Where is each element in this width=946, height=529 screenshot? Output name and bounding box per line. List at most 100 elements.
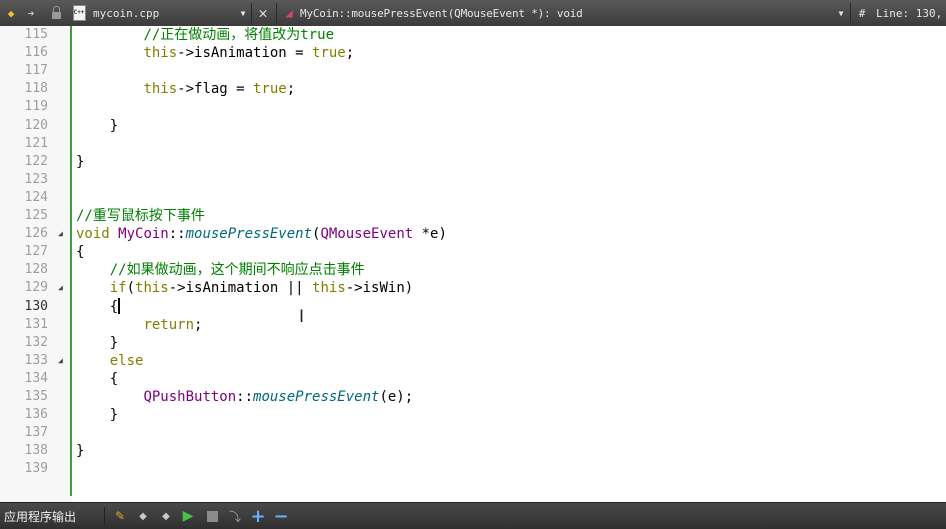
- toolbar-divider: [104, 507, 105, 525]
- line-number: 119: [24, 99, 48, 115]
- code-line[interactable]: 137: [0, 424, 946, 442]
- line-number: 134: [24, 370, 48, 386]
- code-line[interactable]: 136 }: [0, 406, 946, 424]
- code-token: {: [76, 370, 119, 387]
- close-document-icon[interactable]: ✕: [254, 0, 272, 26]
- code-token: ::: [236, 389, 254, 405]
- code-text: }: [76, 334, 118, 352]
- code-token: ->isAnimation ||: [168, 280, 313, 297]
- code-token: {: [76, 298, 119, 315]
- code-line[interactable]: 119: [0, 98, 946, 116]
- code-line[interactable]: 117: [0, 62, 946, 80]
- code-token: MyCoin: [118, 226, 169, 243]
- code-line[interactable]: 131 return;: [0, 316, 946, 334]
- code-text: }: [76, 406, 118, 424]
- code-token: this: [143, 45, 178, 62]
- code-line[interactable]: 135 QPushButton::mousePressEvent(e);: [0, 388, 946, 406]
- code-token: //正在做动画，将值改为true: [143, 27, 335, 43]
- stop-icon[interactable]: [203, 503, 221, 529]
- symbol-selector[interactable]: MyCoin::mousePressEvent(QMouseEvent *): …: [300, 0, 820, 26]
- toolbar-divider: [276, 3, 277, 23]
- code-token: //重写鼠标按下事件: [76, 208, 205, 224]
- code-token: mousePressEvent: [253, 389, 380, 405]
- code-line[interactable]: 127 {: [0, 243, 946, 261]
- code-token: QPushButton: [143, 389, 237, 405]
- line-number: 129: [24, 280, 48, 296]
- code-line[interactable]: 133 ◢ else: [0, 352, 946, 370]
- code-token: ->flag =: [177, 81, 254, 98]
- line-number: 120: [24, 117, 48, 133]
- code-text: //重写鼠标按下事件: [76, 207, 205, 225]
- cursor-position[interactable]: Line: 130, Col: 6: [876, 0, 946, 26]
- code-token: if: [109, 280, 127, 297]
- editor-toolbar: ◆ ➔ C++ mycoin.cpp ▼ ✕ ◢ MyCoin::mousePr…: [0, 0, 946, 27]
- code-line[interactable]: 125 //重写鼠标按下事件: [0, 207, 946, 225]
- line-number: 117: [24, 63, 48, 79]
- code-line[interactable]: 124: [0, 189, 946, 207]
- code-text: //如果做动画，这个期间不响应点击事件: [76, 261, 365, 279]
- fold-marker-icon[interactable]: ◢: [58, 352, 63, 370]
- code-token: //如果做动画，这个期间不响应点击事件: [109, 262, 365, 279]
- code-text: {: [76, 243, 84, 261]
- code-line[interactable]: 118 this->flag = true;: [0, 80, 946, 98]
- zoom-out-icon[interactable]: −: [272, 503, 290, 529]
- code-token: }: [76, 153, 85, 170]
- line-number: 115: [24, 27, 48, 42]
- code-token: QMouseEvent: [320, 226, 414, 243]
- code-text: }: [76, 442, 84, 460]
- open-file-selector[interactable]: mycoin.cpp: [93, 0, 243, 26]
- code-line[interactable]: 116 this->isAnimation = true;: [0, 44, 946, 62]
- code-text: void MyCoin::mousePressEvent(QMouseEvent…: [76, 225, 447, 243]
- application-output-title[interactable]: 应用程序输出: [4, 503, 100, 529]
- code-line[interactable]: 132 }: [0, 334, 946, 352]
- attach-icon[interactable]: ⤵: [226, 503, 244, 529]
- code-token: true: [312, 45, 346, 62]
- code-line[interactable]: 139: [0, 460, 946, 478]
- code-token: ;: [194, 316, 203, 333]
- code-token: ::: [168, 226, 186, 243]
- previous-item-icon[interactable]: ◆: [134, 503, 152, 529]
- zoom-in-icon[interactable]: +: [249, 503, 267, 529]
- line-number: 128: [24, 262, 48, 278]
- code-text: {: [76, 297, 121, 316]
- line-number: 116: [24, 45, 48, 61]
- fold-marker-icon[interactable]: ◢: [58, 225, 63, 243]
- clear-output-icon[interactable]: ✎: [111, 503, 129, 529]
- code-line[interactable]: 128 //如果做动画，这个期间不响应点击事件: [0, 261, 946, 279]
- code-token: *e): [413, 226, 447, 243]
- code-line[interactable]: 134 {: [0, 370, 946, 388]
- code-token: (: [126, 280, 136, 297]
- code-line[interactable]: 123: [0, 171, 946, 189]
- fold-marker-icon[interactable]: ◢: [58, 279, 63, 297]
- line-number: 127: [24, 244, 48, 260]
- chevron-down-icon[interactable]: ▼: [834, 0, 848, 26]
- code-line[interactable]: 138}: [0, 442, 946, 460]
- line-number: 135: [24, 389, 48, 404]
- line-number: 124: [24, 189, 48, 205]
- code-line[interactable]: 126 ◢ void MyCoin::mousePressEvent(QMouseE…: [0, 225, 946, 243]
- line-number: 137: [24, 425, 48, 441]
- code-line[interactable]: 130 {: [0, 297, 946, 316]
- forward-icon[interactable]: ➔: [24, 0, 38, 26]
- code-line[interactable]: 120 }: [0, 117, 946, 135]
- code-line[interactable]: 115 //正在做动画，将值改为true: [0, 26, 946, 44]
- run-icon[interactable]: ▶: [179, 503, 197, 529]
- code-text: {: [76, 370, 118, 388]
- output-panel-bar: 应用程序输出 ✎ ◆ ◆ ▶ ⤵ + −: [0, 502, 946, 529]
- code-token: this: [312, 280, 346, 297]
- line-number: 132: [24, 334, 48, 350]
- code-token: }: [76, 117, 119, 134]
- code-text: }: [76, 117, 118, 135]
- code-editor[interactable]: 115 //正在做动画，将值改为true 116 this->isAnimatio…: [0, 26, 946, 502]
- code-line[interactable]: 122}: [0, 153, 946, 171]
- back-icon[interactable]: ◆: [4, 0, 18, 26]
- code-text: this->isAnimation = true;: [76, 44, 354, 62]
- code-text: return;: [76, 316, 202, 334]
- next-item-icon[interactable]: ◆: [157, 503, 175, 529]
- code-line[interactable]: 121: [0, 135, 946, 153]
- chevron-down-icon[interactable]: ▼: [236, 0, 250, 26]
- code-line[interactable]: 129 ◢ if(this->isAnimation || this->isWin…: [0, 279, 946, 297]
